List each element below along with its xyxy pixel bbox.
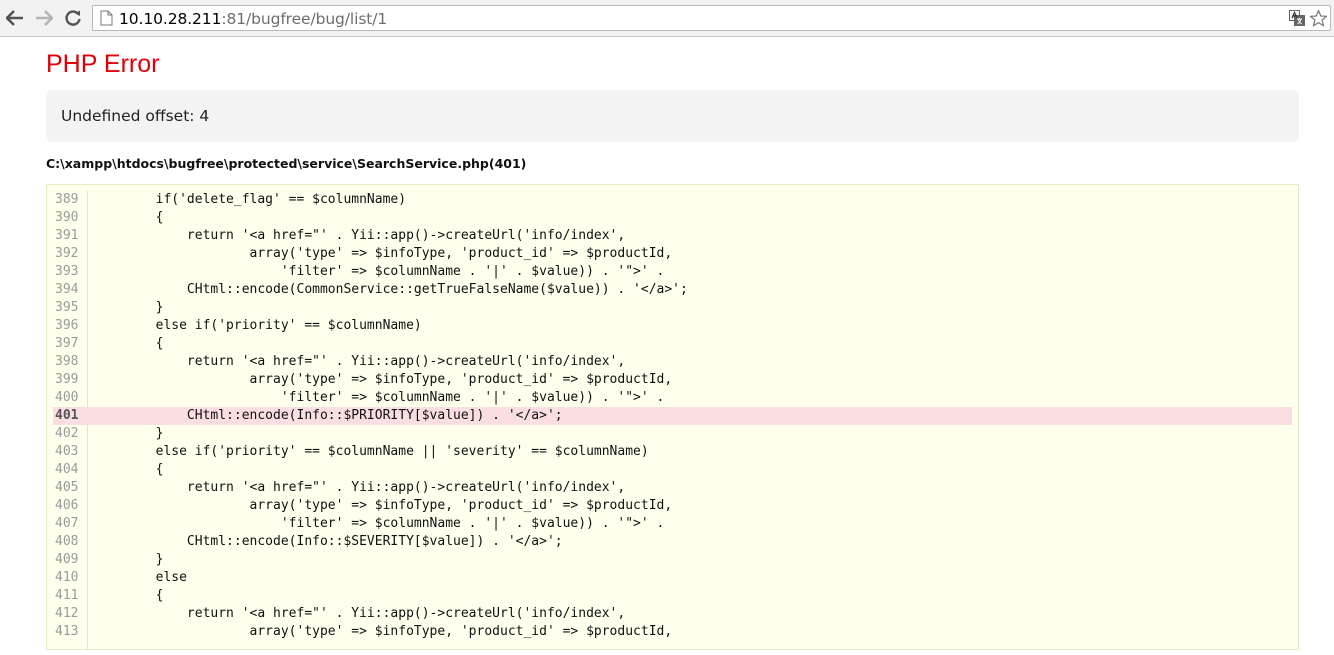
- code-line: 403 else if('priority' == $columnName ||…: [53, 443, 1292, 461]
- code-text: CHtml::encode(Info::$SEVERITY[$value]) .…: [93, 534, 563, 549]
- line-number: 399: [55, 372, 79, 387]
- forward-button[interactable]: [32, 6, 56, 30]
- code-text: return '<a href="' . Yii::app()->createU…: [93, 480, 626, 495]
- code-text: array('type' => $infoType, 'product_id' …: [93, 372, 673, 387]
- code-text: CHtml::encode(CommonService::getTrueFals…: [93, 282, 688, 297]
- line-number: 403: [55, 444, 79, 459]
- line-number: 401: [55, 408, 79, 423]
- code-line: 408 CHtml::encode(Info::$SEVERITY[$value…: [53, 533, 1292, 551]
- code-text: array('type' => $infoType, 'product_id' …: [93, 624, 673, 639]
- code-line: 412 return '<a href="' . Yii::app()->cre…: [53, 605, 1292, 623]
- back-arrow-icon: [6, 10, 23, 26]
- line-number: 405: [55, 480, 79, 495]
- line-number: 397: [55, 336, 79, 351]
- code-text: return '<a href="' . Yii::app()->createU…: [93, 606, 626, 621]
- line-number: 409: [55, 552, 79, 567]
- forward-arrow-icon: [36, 10, 53, 26]
- code-line: 391 return '<a href="' . Yii::app()->cre…: [53, 227, 1292, 245]
- code-line: 407 'filter' => $columnName . '|' . $val…: [53, 515, 1292, 533]
- code-text: {: [93, 588, 164, 603]
- url-path: :81/bugfree/bug/list/1: [221, 10, 388, 28]
- code-text: return '<a href="' . Yii::app()->createU…: [93, 354, 626, 369]
- line-number: 394: [55, 282, 79, 297]
- url-host: 10.10.28.211: [119, 10, 222, 28]
- reload-icon: [65, 10, 81, 26]
- code-line-highlighted: 401 CHtml::encode(Info::$PRIORITY[$value…: [53, 407, 1292, 425]
- line-number: 393: [55, 264, 79, 279]
- line-number: 408: [55, 534, 79, 549]
- code-text: array('type' => $infoType, 'product_id' …: [93, 246, 673, 261]
- line-number: 396: [55, 318, 79, 333]
- code-line: 397 {: [53, 335, 1292, 353]
- line-number: 395: [55, 300, 79, 315]
- star-icon[interactable]: [1309, 9, 1328, 28]
- line-number: 411: [55, 588, 79, 603]
- code-text: {: [93, 462, 164, 477]
- code-text: }: [93, 300, 164, 315]
- code-line: 405 return '<a href="' . Yii::app()->cre…: [53, 479, 1292, 497]
- error-message: Undefined offset: 4: [61, 107, 210, 125]
- line-number: 410: [55, 570, 79, 585]
- code-text: else: [93, 570, 187, 585]
- code-line: 394 CHtml::encode(CommonService::getTrue…: [53, 281, 1292, 299]
- code-text: if('delete_flag' == $columnName): [93, 192, 407, 207]
- code-text: else if('priority' == $columnName): [93, 318, 422, 333]
- line-number: 404: [55, 462, 79, 477]
- back-button[interactable]: [3, 6, 27, 30]
- line-number: 389: [55, 192, 79, 207]
- code-line: 413 array('type' => $infoType, 'product_…: [53, 623, 1292, 641]
- code-line: 402 }: [53, 425, 1292, 443]
- browser-toolbar: 10.10.28.211:81/bugfree/bug/list/1: [0, 0, 1334, 37]
- line-number: 391: [55, 228, 79, 243]
- line-number: 392: [55, 246, 79, 261]
- code-line: 406 array('type' => $infoType, 'product_…: [53, 497, 1292, 515]
- address-bar[interactable]: 10.10.28.211:81/bugfree/bug/list/1: [92, 5, 1331, 31]
- code-text: CHtml::encode(Info::$PRIORITY[$value]) .…: [93, 408, 563, 423]
- code-text: else if('priority' == $columnName || 'se…: [93, 444, 649, 459]
- line-number: 407: [55, 516, 79, 531]
- code-text: return '<a href="' . Yii::app()->createU…: [93, 228, 626, 243]
- code-text: {: [93, 336, 164, 351]
- error-message-box: Undefined offset: 4: [46, 90, 1299, 142]
- code-text: array('type' => $infoType, 'product_id' …: [93, 498, 673, 513]
- line-number: 402: [55, 426, 79, 441]
- source-code-panel: 389 if('delete_flag' == $columnName) 390 …: [46, 184, 1299, 650]
- code-line: 392 array('type' => $infoType, 'product_…: [53, 245, 1292, 263]
- error-title: PHP Error: [46, 50, 160, 78]
- code-line: 393 'filter' => $columnName . '|' . $val…: [53, 263, 1292, 281]
- page-icon: [100, 10, 113, 26]
- code-line: 400 'filter' => $columnName . '|' . $val…: [53, 389, 1292, 407]
- line-number: 390: [55, 210, 79, 225]
- code-line: 399 array('type' => $infoType, 'product_…: [53, 371, 1292, 389]
- code-text: 'filter' => $columnName . '|' . $value))…: [93, 264, 665, 279]
- line-number: 398: [55, 354, 79, 369]
- line-number: 400: [55, 390, 79, 405]
- error-file-path: C:\xampp\htdocs\bugfree\protected\servic…: [46, 156, 527, 171]
- line-number: 412: [55, 606, 79, 621]
- code-line: 398 return '<a href="' . Yii::app()->cre…: [53, 353, 1292, 371]
- reload-button[interactable]: [61, 6, 85, 30]
- code-line: 396 else if('priority' == $columnName): [53, 317, 1292, 335]
- code-line: 389 if('delete_flag' == $columnName): [53, 191, 1292, 209]
- line-number: 413: [55, 624, 79, 639]
- line-number: 406: [55, 498, 79, 513]
- code-line: 390 {: [53, 209, 1292, 227]
- code-text: {: [93, 210, 164, 225]
- code-text: 'filter' => $columnName . '|' . $value))…: [93, 516, 665, 531]
- code-line: 395 }: [53, 299, 1292, 317]
- code-text: 'filter' => $columnName . '|' . $value))…: [93, 390, 665, 405]
- code-text: }: [93, 426, 164, 441]
- translate-icon[interactable]: [1289, 10, 1305, 26]
- code-line: 411 {: [53, 587, 1292, 605]
- code-text: }: [93, 552, 164, 567]
- code-line: 409 }: [53, 551, 1292, 569]
- code-line: 410 else: [53, 569, 1292, 587]
- url-text[interactable]: 10.10.28.211:81/bugfree/bug/list/1: [119, 10, 387, 28]
- code-line: 404 {: [53, 461, 1292, 479]
